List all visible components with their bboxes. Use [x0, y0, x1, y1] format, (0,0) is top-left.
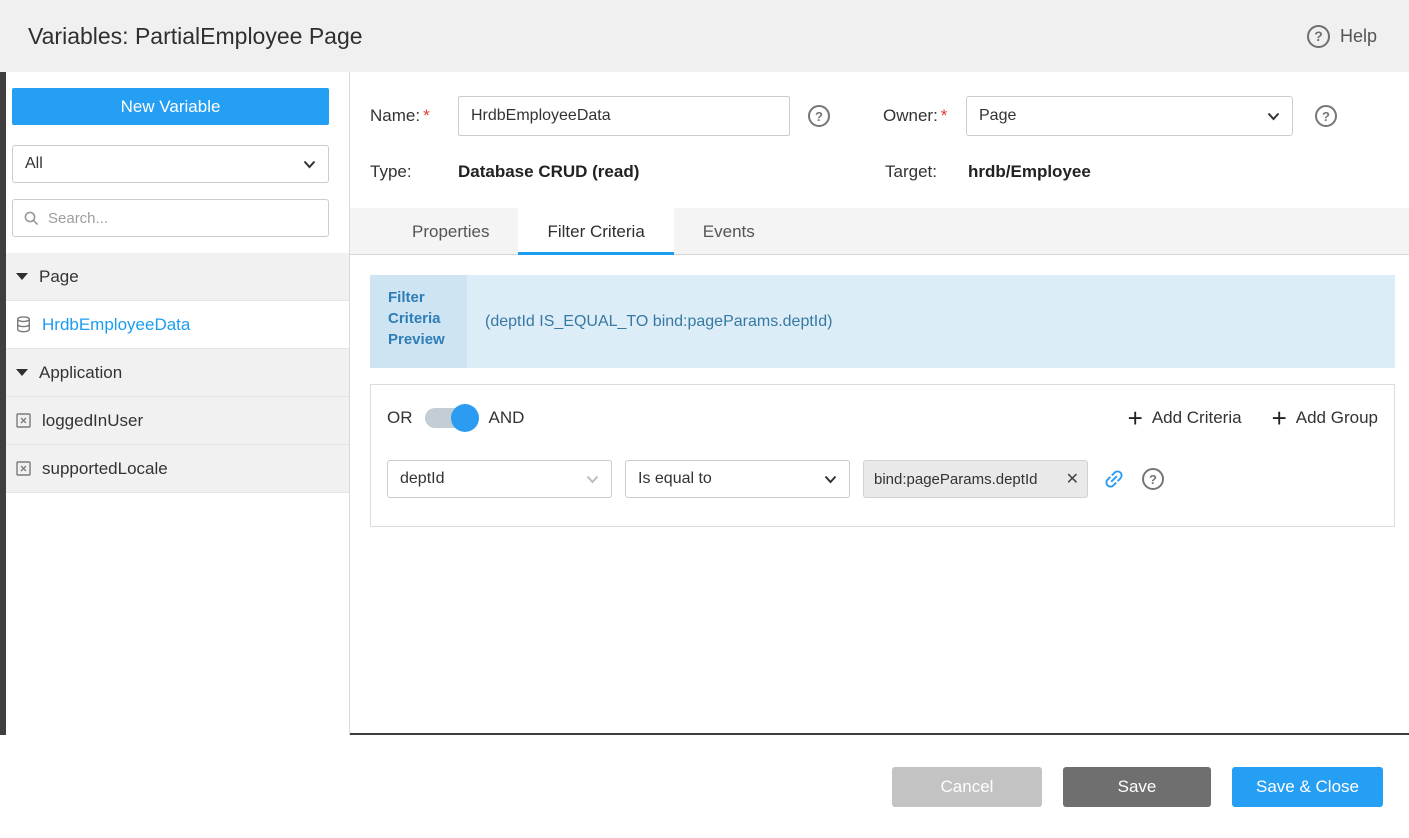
- type-target-row: Type: Database CRUD (read) Target: hrdb/…: [370, 162, 1395, 182]
- variable-type-filter-value: All: [25, 155, 43, 173]
- help-icon: ?: [1307, 25, 1330, 48]
- filter-criteria-preview-text: (deptId IS_EQUAL_TO bind:pageParams.dept…: [467, 275, 1395, 368]
- sidebar-scrollbar[interactable]: [0, 72, 6, 735]
- add-criteria-label: Add Criteria: [1152, 408, 1242, 428]
- type-value: Database CRUD (read): [458, 162, 885, 182]
- variables-sidebar: New Variable All Page: [0, 72, 350, 735]
- toggle-knob: [451, 404, 479, 432]
- filter-criteria-preview: Filter Criteria Preview (deptId IS_EQUAL…: [370, 275, 1395, 368]
- plus-icon: +: [1128, 408, 1143, 428]
- caret-down-icon: [16, 273, 28, 280]
- save-and-close-button[interactable]: Save & Close: [1232, 767, 1383, 807]
- chevron-down-icon: [586, 475, 599, 484]
- operator-select[interactable]: Is equal to: [625, 460, 850, 498]
- dialog-header: Variables: PartialEmployee Page ? Help: [0, 0, 1409, 72]
- sidebar-item-hrdbemployeedata[interactable]: HrdbEmployeeData: [0, 301, 349, 349]
- caret-down-icon: [16, 369, 28, 376]
- add-group-button[interactable]: + Add Group: [1272, 408, 1378, 428]
- tree-group-label: Application: [39, 363, 122, 383]
- sidebar-item-application[interactable]: Application: [0, 349, 349, 397]
- type-label: Type:: [370, 162, 458, 182]
- close-icon[interactable]: ✕: [1062, 469, 1079, 489]
- sidebar-item-page[interactable]: Page: [0, 253, 349, 301]
- tab-events[interactable]: Events: [674, 208, 784, 255]
- chevron-down-icon: [1267, 112, 1280, 121]
- dialog-footer: Cancel Save Save & Close: [0, 735, 1409, 838]
- name-label: Name:*: [370, 106, 458, 126]
- sidebar-item-loggedinuser[interactable]: loggedInUser: [0, 397, 349, 445]
- bound-value-chip[interactable]: bind:pageParams.deptId ✕: [863, 460, 1088, 498]
- and-label: AND: [489, 408, 525, 428]
- tab-properties[interactable]: Properties: [383, 208, 518, 255]
- plus-icon: +: [1272, 408, 1287, 428]
- criteria-help-icon[interactable]: ?: [1142, 468, 1164, 490]
- tree-item-label: supportedLocale: [42, 459, 168, 479]
- save-button[interactable]: Save: [1063, 767, 1211, 807]
- criteria-builder: OR AND + Add Criteria + Add Group: [370, 384, 1395, 527]
- cancel-button[interactable]: Cancel: [892, 767, 1042, 807]
- chevron-down-icon: [303, 160, 316, 169]
- field-select[interactable]: deptId: [387, 460, 612, 498]
- search-input[interactable]: [48, 210, 318, 227]
- or-label: OR: [387, 408, 413, 428]
- owner-label-text: Owner:: [883, 106, 938, 125]
- tab-filter-criteria[interactable]: Filter Criteria: [518, 208, 673, 255]
- tree-group-label: Page: [39, 267, 79, 287]
- search-icon: [23, 210, 40, 227]
- model-variable-icon: [16, 461, 31, 476]
- add-criteria-button[interactable]: + Add Criteria: [1128, 408, 1242, 428]
- sidebar-item-supportedlocale[interactable]: supportedLocale: [0, 445, 349, 493]
- or-and-toggle[interactable]: [425, 404, 477, 432]
- target-value: hrdb/Employee: [968, 162, 1091, 182]
- name-owner-row: Name:* ? Owner:* Page ?: [370, 96, 1395, 136]
- name-help-icon[interactable]: ?: [808, 105, 830, 127]
- owner-select[interactable]: Page: [966, 96, 1293, 136]
- filter-criteria-preview-title: Filter Criteria Preview: [370, 275, 467, 368]
- variable-search: [12, 199, 329, 237]
- chevron-down-icon: [824, 475, 837, 484]
- variable-detail-panel: Name:* ? Owner:* Page ? Type: Database C…: [350, 72, 1409, 735]
- bound-value-text: bind:pageParams.deptId: [874, 471, 1062, 488]
- field-select-value: deptId: [400, 470, 444, 488]
- database-variable-icon: [16, 316, 31, 333]
- new-variable-button[interactable]: New Variable: [12, 88, 329, 125]
- owner-help-icon[interactable]: ?: [1315, 105, 1337, 127]
- help-button[interactable]: ? Help: [1307, 25, 1377, 48]
- name-input[interactable]: [458, 96, 790, 136]
- required-marker: *: [941, 106, 948, 125]
- target-label: Target:: [885, 162, 968, 182]
- variable-type-filter-select[interactable]: All: [12, 145, 329, 183]
- tree-item-label: HrdbEmployeeData: [42, 315, 190, 335]
- criteria-row: deptId Is equal to bind:pageParams.deptI…: [387, 460, 1378, 498]
- model-variable-icon: [16, 413, 31, 428]
- name-label-text: Name:: [370, 106, 420, 125]
- bind-link-icon[interactable]: [1097, 462, 1131, 496]
- operator-select-value: Is equal to: [638, 470, 712, 488]
- tree-item-label: loggedInUser: [42, 411, 143, 431]
- owner-select-value: Page: [979, 107, 1016, 125]
- required-marker: *: [423, 106, 430, 125]
- add-group-label: Add Group: [1296, 408, 1378, 428]
- owner-label: Owner:*: [883, 106, 966, 126]
- variable-tree: Page HrdbEmployeeData Application logged…: [0, 253, 349, 493]
- help-label: Help: [1340, 26, 1377, 47]
- tab-bar: Properties Filter Criteria Events: [350, 208, 1409, 255]
- page-title: Variables: PartialEmployee Page: [28, 23, 363, 50]
